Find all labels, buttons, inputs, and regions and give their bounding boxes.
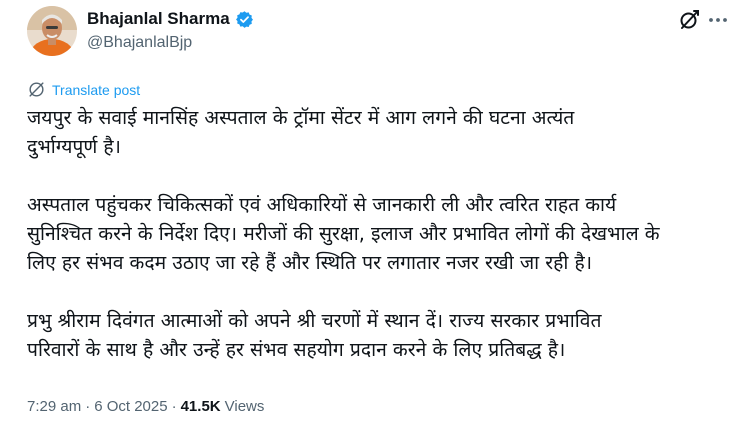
meta-separator: · [85,398,91,415]
grok-icon[interactable] [677,8,701,32]
avatar[interactable] [27,6,77,56]
author-name[interactable]: Bhajanlal Sharma [87,9,230,29]
author-name-row: Bhajanlal Sharma [87,9,254,29]
verified-badge-icon[interactable] [235,10,254,29]
post-meta: 7:29 am · 6 Oct 2025 · 41.5K Views [27,398,264,415]
translate-post-link[interactable]: Translate post [27,80,140,99]
translate-icon [29,82,44,97]
more-horizontal-icon[interactable] [706,8,730,32]
meta-separator: · [171,398,177,415]
author-handle[interactable]: @BhajanlalBjp [87,34,192,52]
post-time[interactable]: 7:29 am [27,398,81,415]
post-date[interactable]: 6 Oct 2025 [94,398,167,415]
views-count[interactable]: 41.5K [181,398,221,415]
post-paragraph: जयपुर के सवाई मानसिंह अस्पताल के ट्रॉमा … [27,106,575,158]
post-text: जयपुर के सवाई मानसिंह अस्पताल के ट्रॉमा … [27,103,739,364]
views-label: Views [224,398,265,415]
profile-photo-icon [27,6,77,56]
post-paragraph: अस्पताल पहुंचकर चिकित्सकों एवं अधिकारियो… [27,193,660,274]
post-paragraph: प्रभु श्रीराम दिवंगत आत्माओं को अपने श्र… [27,309,602,361]
post-card: Bhajanlal Sharma @BhajanlalBjp Translate… [0,0,750,422]
translate-post-label: Translate post [52,81,141,98]
